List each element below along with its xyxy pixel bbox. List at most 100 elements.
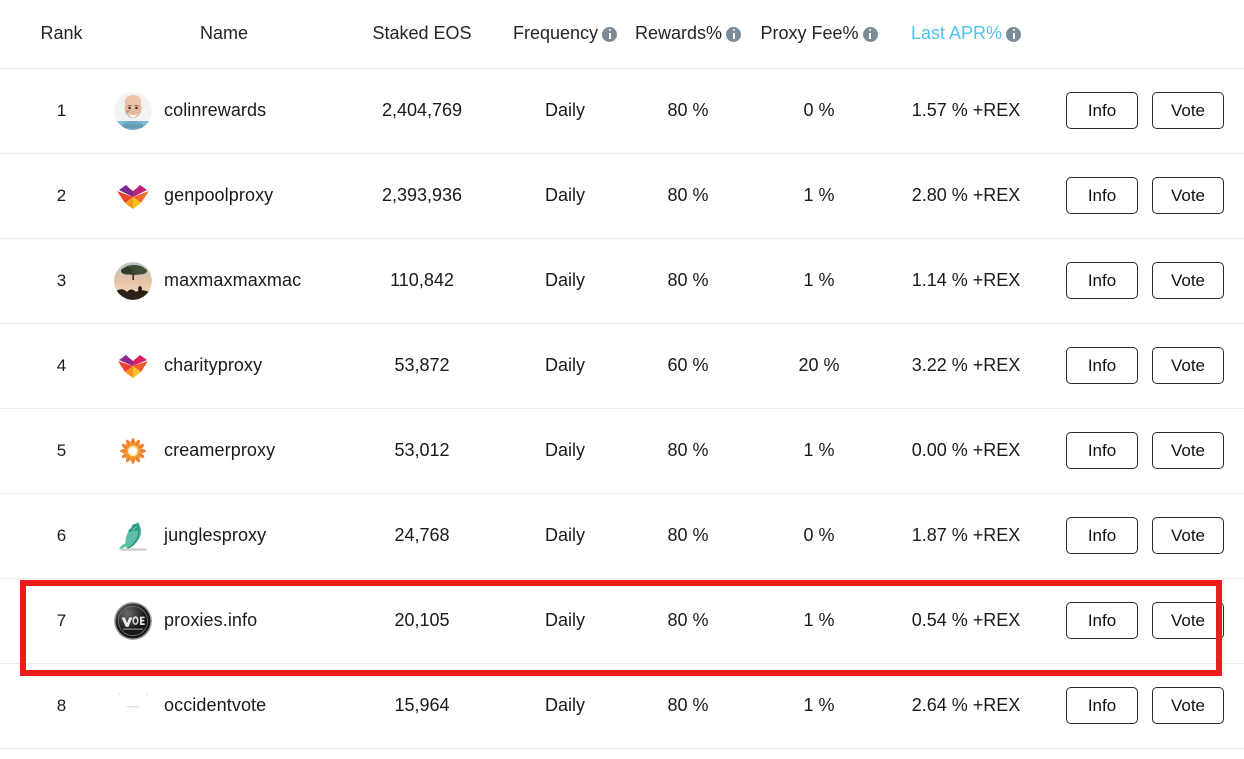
cell-last-apr: 0.54 % +REX — [886, 578, 1046, 664]
photo-bald-man-avatar — [114, 91, 152, 130]
column-header-staked-eos[interactable]: Staked EOS — [338, 0, 506, 69]
cell-name: proxies.info — [110, 578, 338, 664]
cell-frequency: Daily — [506, 663, 624, 749]
proxy-name-label[interactable]: creamerproxy — [164, 440, 275, 461]
cell-staked-eos: 53,012 — [338, 408, 506, 494]
proxy-name-label[interactable]: junglesproxy — [164, 525, 266, 546]
info-button[interactable]: Info — [1066, 92, 1138, 129]
table-row[interactable]: 5 creamerproxy 53,012 Daily 80 % 1 % 0.00 % +R… — [0, 408, 1244, 494]
vote-button[interactable]: Vote — [1152, 347, 1224, 384]
cell-rewards-pct: 80 % — [624, 238, 752, 324]
vote-button[interactable]: Vote — [1152, 517, 1224, 554]
cell-proxy-fee-pct: 1 % — [752, 153, 886, 239]
cell-frequency: Daily — [506, 238, 624, 324]
table-body: 1 colinrewards 2,404,769 Daily 80 % 0 % 1.57 %… — [0, 68, 1244, 749]
cell-rewards-pct: 80 % — [624, 663, 752, 749]
photo-sunset-tree-avatar — [114, 261, 152, 300]
table-header-row: Rank Name Staked EOS Frequency Rewards% … — [0, 0, 1244, 69]
cell-staked-eos: 53,872 — [338, 323, 506, 409]
info-button[interactable]: Info — [1066, 517, 1138, 554]
info-button[interactable]: Info — [1066, 687, 1138, 724]
column-header-name[interactable]: Name — [110, 0, 338, 69]
column-header-rank-label: Rank — [40, 23, 83, 44]
column-header-frequency[interactable]: Frequency — [506, 0, 624, 69]
cell-proxy-fee-pct: 0 % — [752, 68, 886, 154]
info-button[interactable]: Info — [1066, 177, 1138, 214]
cell-proxy-fee-pct: 20 % — [752, 323, 886, 409]
proxy-name-label[interactable]: proxies.info — [164, 610, 257, 631]
proxy-name-label[interactable]: genpoolproxy — [164, 185, 273, 206]
cell-proxy-fee-pct: 1 % — [752, 408, 886, 494]
cell-name: colinrewards — [110, 68, 338, 154]
cell-frequency: Daily — [506, 578, 624, 664]
column-header-rank[interactable]: Rank — [0, 0, 110, 69]
vote-button[interactable]: Vote — [1152, 262, 1224, 299]
cell-last-apr: 2.80 % +REX — [886, 153, 1046, 239]
column-header-staked-eos-label: Staked EOS — [372, 23, 472, 44]
cell-staked-eos: 20,105 — [338, 578, 506, 664]
cell-name: maxmaxmaxmac — [110, 238, 338, 324]
cell-actions: Info Vote — [1046, 578, 1244, 664]
proxy-name-label[interactable]: colinrewards — [164, 100, 266, 121]
table-row[interactable]: 3 maxmaxmaxmac 110,842 Daily 80 % 1 % 1.14 % +… — [0, 238, 1244, 324]
info-button[interactable]: Info — [1066, 602, 1138, 639]
cell-staked-eos: 24,768 — [338, 493, 506, 579]
cell-name: junglesproxy — [110, 493, 338, 579]
cell-rewards-pct: 60 % — [624, 323, 752, 409]
vote-button[interactable]: Vote — [1152, 602, 1224, 639]
cell-frequency: Daily — [506, 323, 624, 409]
cell-rank: 7 — [0, 578, 110, 664]
cell-frequency: Daily — [506, 153, 624, 239]
cell-actions: Info Vote — [1046, 408, 1244, 494]
proxy-name-label[interactable]: maxmaxmaxmac — [164, 270, 301, 291]
table-row[interactable]: 2 genpoolproxy 2,393,936 Daily 80 % 1 % 2.80 %… — [0, 153, 1244, 239]
proxy-ranking-table-container: Rank Name Staked EOS Frequency Rewards% … — [0, 0, 1244, 759]
cell-rank: 2 — [0, 153, 110, 239]
cell-rank: 5 — [0, 408, 110, 494]
vote-button[interactable]: Vote — [1152, 432, 1224, 469]
info-circle-icon[interactable] — [602, 26, 618, 42]
table-row[interactable]: 8 occidentvote 15,964 Daily 80 % 1 % 2.64 % +R… — [0, 663, 1244, 749]
info-button[interactable]: Info — [1066, 347, 1138, 384]
cell-rewards-pct: 80 % — [624, 578, 752, 664]
cell-rank: 3 — [0, 238, 110, 324]
table-row[interactable]: 7 proxies.info 20,105 Daily 80 % 1 % 0.54 % +R… — [0, 578, 1244, 664]
blank-white-avatar — [114, 686, 152, 725]
cell-proxy-fee-pct: 0 % — [752, 493, 886, 579]
cell-actions: Info Vote — [1046, 153, 1244, 239]
pink-heart-logo — [114, 346, 152, 385]
table-row[interactable]: 6 junglesproxy 24,768 Daily 80 % 0 % 1.87 % +R… — [0, 493, 1244, 579]
vote-button[interactable]: Vote — [1152, 177, 1224, 214]
orange-mandala-logo — [114, 431, 152, 470]
table-header: Rank Name Staked EOS Frequency Rewards% … — [0, 0, 1244, 69]
column-header-last-apr-pct[interactable]: Last APR% — [886, 0, 1046, 69]
table-row[interactable]: 1 colinrewards 2,404,769 Daily 80 % 0 % 1.57 %… — [0, 68, 1244, 154]
proxy-ranking-table: Rank Name Staked EOS Frequency Rewards% … — [0, 0, 1244, 749]
cell-rewards-pct: 80 % — [624, 408, 752, 494]
cell-name: occidentvote — [110, 663, 338, 749]
info-circle-icon[interactable] — [862, 26, 878, 42]
cell-last-apr: 1.57 % +REX — [886, 68, 1046, 154]
info-circle-icon[interactable] — [726, 26, 742, 42]
cell-last-apr: 1.14 % +REX — [886, 238, 1046, 324]
column-header-proxy-fee-pct[interactable]: Proxy Fee% — [752, 0, 886, 69]
cell-actions: Info Vote — [1046, 323, 1244, 409]
cell-last-apr: 0.00 % +REX — [886, 408, 1046, 494]
cell-staked-eos: 2,393,936 — [338, 153, 506, 239]
cell-actions: Info Vote — [1046, 238, 1244, 324]
cell-actions: Info Vote — [1046, 663, 1244, 749]
info-circle-icon[interactable] — [1006, 26, 1022, 42]
cell-rank: 4 — [0, 323, 110, 409]
cell-rewards-pct: 80 % — [624, 68, 752, 154]
info-button[interactable]: Info — [1066, 432, 1138, 469]
vote-button[interactable]: Vote — [1152, 687, 1224, 724]
cell-staked-eos: 110,842 — [338, 238, 506, 324]
cell-staked-eos: 15,964 — [338, 663, 506, 749]
proxy-name-label[interactable]: occidentvote — [164, 695, 266, 716]
proxy-name-label[interactable]: charityproxy — [164, 355, 262, 376]
cell-proxy-fee-pct: 1 % — [752, 238, 886, 324]
info-button[interactable]: Info — [1066, 262, 1138, 299]
table-row[interactable]: 4 charityproxy 53,872 Daily 60 % 20 % 3.22 % +… — [0, 323, 1244, 409]
column-header-rewards-pct[interactable]: Rewards% — [624, 0, 752, 69]
vote-button[interactable]: Vote — [1152, 92, 1224, 129]
